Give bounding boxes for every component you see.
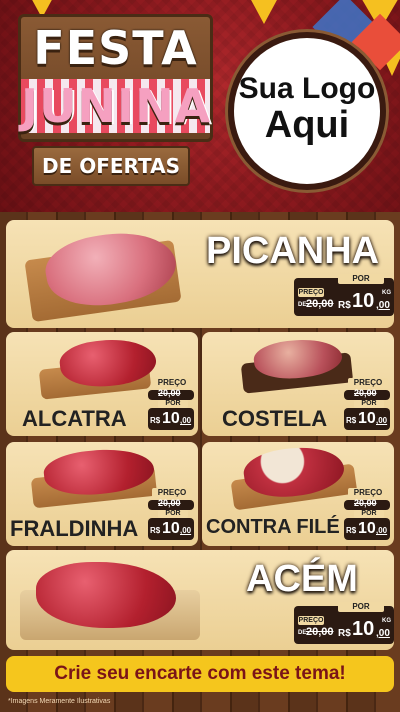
unit-label: KG — [382, 618, 391, 624]
title-festa: FESTA — [33, 21, 198, 75]
old-price: 20,00 — [354, 498, 377, 508]
header-banner: FESTA JUNINA DE OFERTAS Sua Logo Aqui — [0, 0, 400, 212]
price-box: R$ 10 ,00 — [344, 408, 390, 430]
currency: R$ — [346, 526, 357, 535]
preco-label: PREÇO — [298, 616, 324, 625]
price-cents: ,00 — [376, 628, 390, 639]
price-integer: 10 — [358, 410, 376, 427]
product-name: ACÉM — [246, 558, 358, 600]
por-label: POR — [338, 274, 384, 284]
old-price: 20,00 — [158, 498, 181, 508]
product-name: COSTELA — [222, 406, 328, 431]
meat-image — [36, 562, 176, 628]
por-label: POR — [354, 510, 384, 518]
logo-text-line1: Sua Logo — [238, 72, 376, 105]
preco-label: PREÇO — [152, 378, 192, 388]
price-integer: 10 — [162, 520, 180, 537]
title-sign: FESTA JUNINA — [18, 14, 213, 142]
logo-text-line2: Aqui — [264, 104, 350, 146]
por-label: POR — [158, 400, 188, 408]
price-integer: 10 — [162, 410, 180, 427]
cta-banner[interactable]: Crie seu encarte com este tema! — [6, 656, 394, 692]
product-card-contra-file: CONTRA FILÉ PREÇO 20,00 POR R$ 10 ,00 — [202, 442, 394, 546]
product-name: ALCATRA — [22, 406, 127, 431]
footnote: *Imagens Meramente Ilustrativas — [8, 698, 111, 705]
subtitle-sign: DE OFERTAS — [32, 146, 190, 186]
price-cents: ,00 — [180, 416, 192, 425]
price-integer: 10 — [352, 290, 375, 312]
por-label: POR — [354, 400, 384, 408]
price-cents: ,00 — [180, 526, 192, 535]
old-price: 20,00 — [306, 626, 334, 638]
preco-label: PREÇO — [298, 288, 324, 297]
currency: R$ — [338, 300, 351, 311]
logo-placeholder: Sua Logo Aqui — [228, 32, 386, 190]
old-price-box: 20,00 — [148, 498, 194, 510]
preco-label: PREÇO — [348, 378, 388, 388]
price-integer: 10 — [352, 618, 375, 640]
bunting-flag — [250, 0, 278, 24]
flyer: FESTA JUNINA DE OFERTAS Sua Logo Aqui PI… — [0, 0, 400, 712]
product-name: CONTRA FILÉ — [206, 516, 340, 538]
price-cents: ,00 — [376, 526, 388, 535]
old-price: 20,00 — [158, 388, 181, 398]
price-integer: 10 — [358, 520, 376, 537]
title-junina: JUNINA — [21, 79, 212, 133]
price-cents: ,00 — [376, 416, 388, 425]
price-box: POR PREÇO DE 20,00 R$ 10 ,00 KG — [294, 602, 394, 644]
por-label: POR — [158, 510, 188, 518]
currency: R$ — [150, 416, 161, 425]
price-cents: ,00 — [376, 300, 390, 311]
product-card-acem: ACÉM POR PREÇO DE 20,00 R$ 10 ,00 KG — [6, 550, 394, 650]
product-card-picanha: PICANHA POR PREÇO DE 20,00 R$ 10 ,00 KG — [6, 220, 394, 328]
old-price-box: 20,00 — [344, 498, 390, 510]
product-name: FRALDINHA — [10, 516, 139, 541]
currency: R$ — [346, 416, 357, 425]
preco-label: PREÇO — [152, 488, 192, 498]
old-price: 20,00 — [306, 298, 334, 310]
por-label: POR — [338, 602, 384, 612]
product-name: PICANHA — [206, 230, 380, 272]
price-box: R$ 10 ,00 — [148, 408, 194, 430]
product-card-fraldinha: FRALDINHA PREÇO 20,00 POR R$ 10 ,00 — [6, 442, 198, 546]
preco-label: PREÇO — [348, 488, 388, 498]
unit-label: KG — [382, 290, 391, 296]
old-price-box: 20,00 — [344, 388, 390, 400]
currency: R$ — [338, 628, 351, 639]
product-card-costela: COSTELA PREÇO 20,00 POR R$ 10 ,00 — [202, 332, 394, 436]
old-price-box: 20,00 — [148, 388, 194, 400]
currency: R$ — [150, 526, 161, 535]
price-box: R$ 10 ,00 — [148, 518, 194, 540]
price-box: POR PREÇO DE 20,00 R$ 10 ,00 KG — [294, 274, 394, 316]
old-price: 20,00 — [354, 388, 377, 398]
product-card-alcatra: ALCATRA PREÇO 20,00 POR R$ 10 ,00 — [6, 332, 198, 436]
price-box: R$ 10 ,00 — [344, 518, 390, 540]
